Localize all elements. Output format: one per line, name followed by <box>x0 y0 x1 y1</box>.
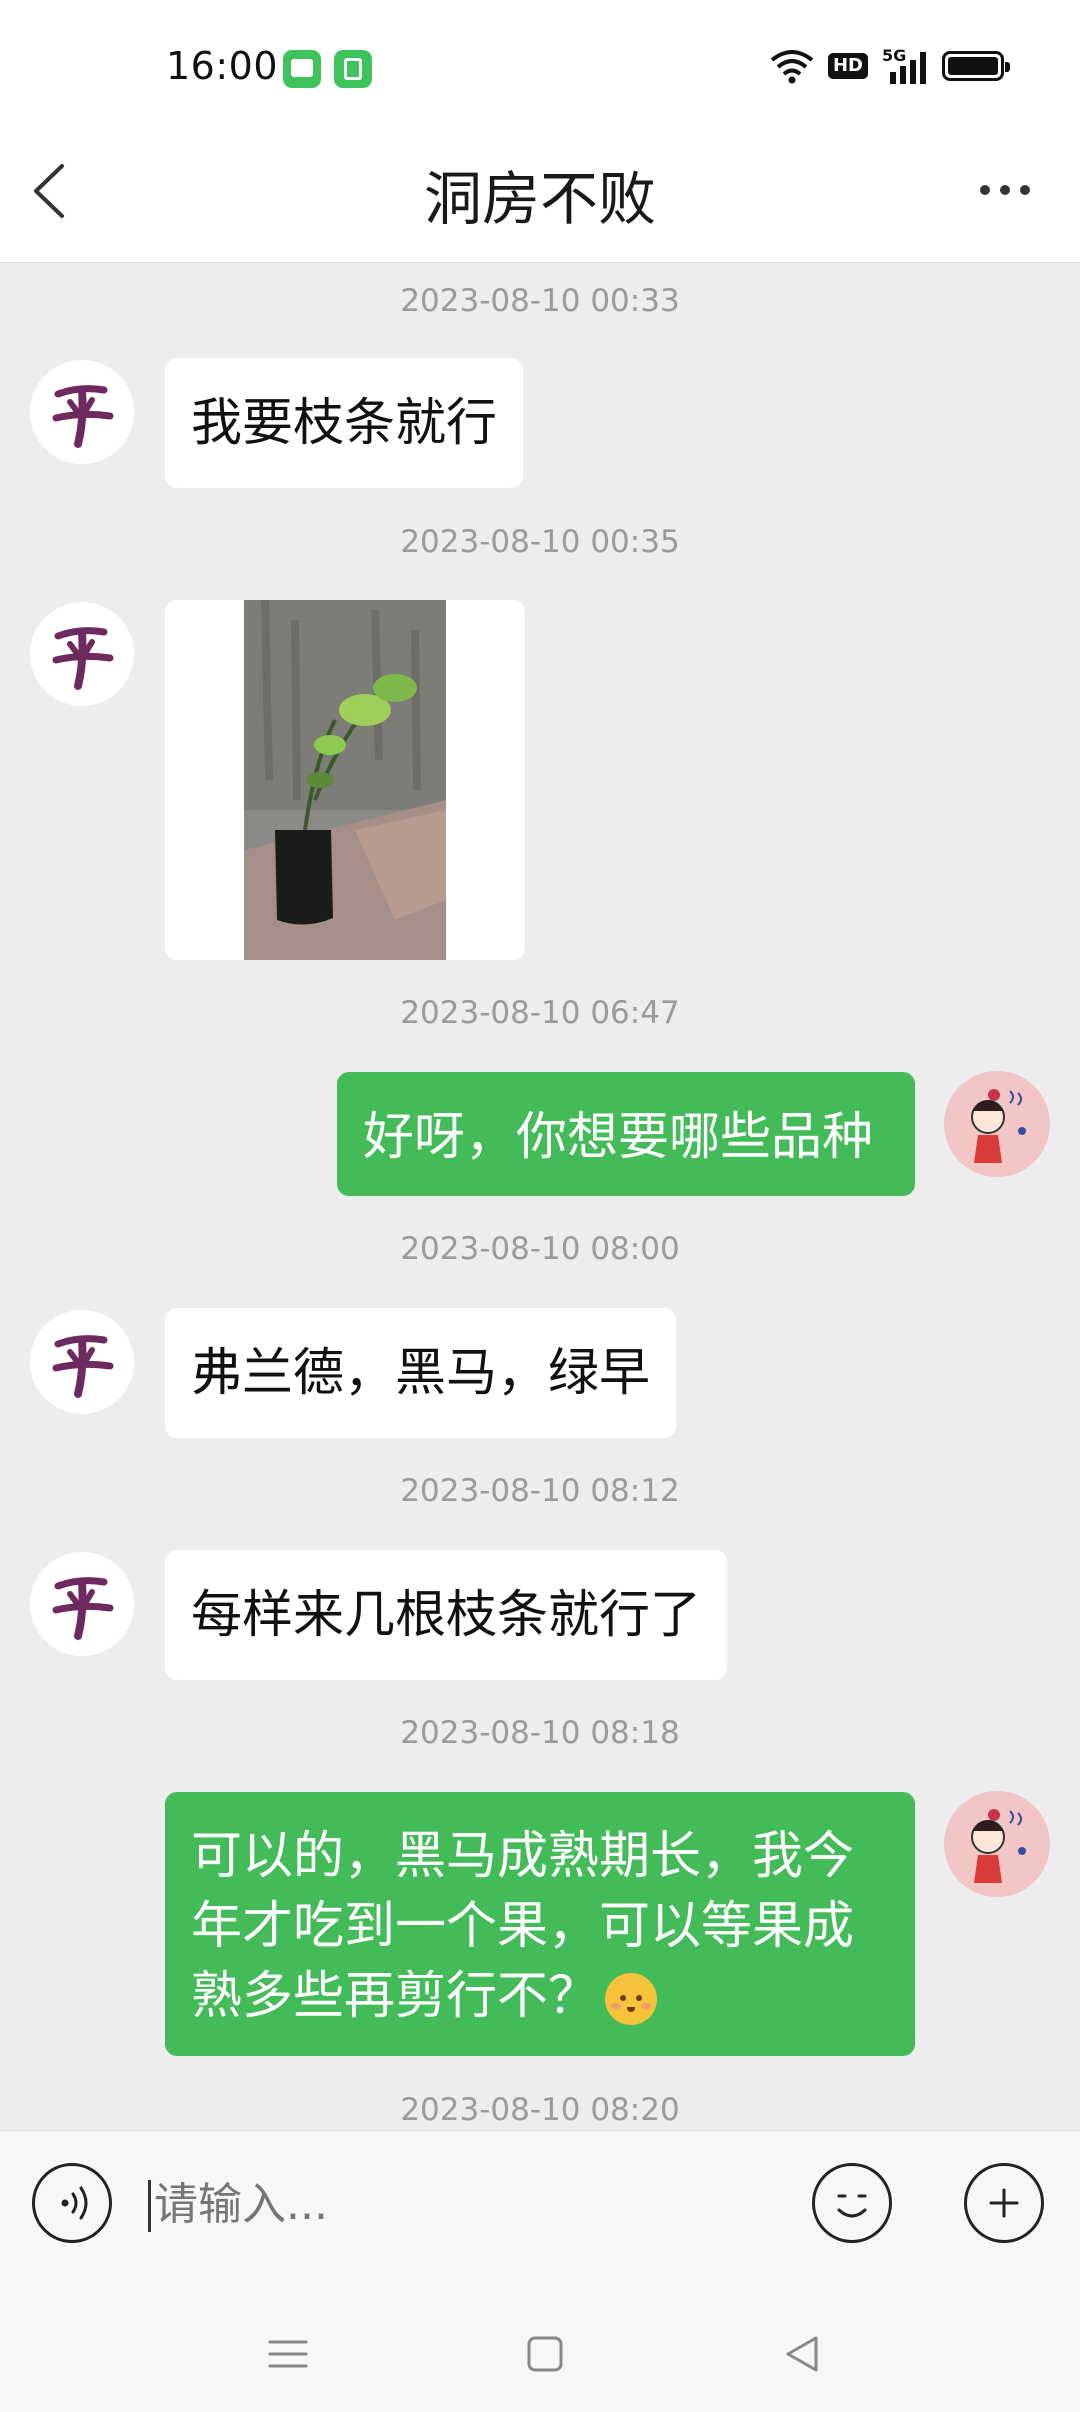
contact-avatar[interactable] <box>30 360 134 464</box>
menu-icon <box>268 2340 308 2368</box>
header-divider <box>0 262 1080 263</box>
more-dots-icon <box>980 185 990 195</box>
message-bubble-incoming[interactable]: 弗兰德，黑马，绿早 <box>165 1308 677 1438</box>
timestamp: 2023-08-10 08:20 <box>400 2092 680 2128</box>
message-line: 年才吃到一个果，可以等果成 <box>191 1897 855 1956</box>
message-line: 熟多些再剪行不？ <box>191 1967 600 2026</box>
voice-button[interactable] <box>32 2163 112 2243</box>
voice-icon <box>61 2186 88 2220</box>
timestamp: 2023-08-10 08:18 <box>400 1715 680 1751</box>
message-line: 可以的，黑马成熟期长，我今 <box>191 1827 855 1886</box>
message-input[interactable] <box>148 2170 774 2240</box>
calligraphy-avatar-icon <box>52 627 114 690</box>
drawing-avatar-icon <box>944 1071 1050 1177</box>
message-text: 每样来几根枝条就行了 <box>191 1586 702 1645</box>
contact-avatar[interactable] <box>30 1310 134 1414</box>
image-message[interactable] <box>165 600 525 960</box>
plus-icon <box>989 2188 1019 2218</box>
hd-indicator: HD <box>827 53 868 79</box>
more-functions-button[interactable] <box>964 2163 1044 2243</box>
nav-back-button[interactable] <box>772 2324 832 2384</box>
more-options-button[interactable] <box>980 178 1040 202</box>
message-text: 好呀，你想要哪些品种 <box>363 1108 874 1167</box>
status-bar: 16:00 HD 5G <box>0 0 1080 136</box>
status-time: 16:00 <box>166 44 279 88</box>
timestamp: 2023-08-10 06:47 <box>400 995 680 1031</box>
plant-photo <box>165 600 525 960</box>
back-triangle-icon <box>786 2336 818 2372</box>
battery-icon <box>942 51 1010 81</box>
5g-signal-icon: 5G <box>882 46 928 84</box>
contact-avatar[interactable] <box>30 1552 134 1656</box>
contact-avatar[interactable] <box>30 602 134 706</box>
message-bubble-outgoing[interactable]: 好呀，你想要哪些品种 <box>337 1072 915 1196</box>
timestamp: 2023-08-10 00:35 <box>400 524 680 560</box>
chat-screen: 16:00 HD 5G 洞房不败 2023-08-10 00:33 我要枝条就行… <box>0 0 1080 2412</box>
status-indicators: HD 5G <box>770 46 1010 86</box>
calligraphy-avatar-icon <box>52 1577 114 1640</box>
nav-menu-button[interactable] <box>258 2324 318 2384</box>
emoji-button[interactable] <box>812 2163 892 2243</box>
smiley-icon <box>837 2194 867 2218</box>
store-app-icon <box>334 50 372 88</box>
message-app-icon <box>283 50 321 88</box>
message-bubble-incoming[interactable]: 每样来几根枝条就行了 <box>165 1550 728 1680</box>
message-bubble-outgoing[interactable]: 可以的，黑马成熟期长，我今 年才吃到一个果，可以等果成 熟多些再剪行不？ <box>165 1792 915 2056</box>
home-square-icon <box>527 2336 563 2372</box>
user-avatar[interactable] <box>944 1071 1050 1177</box>
blushing-face-emoji <box>605 1973 658 2025</box>
timestamp: 2023-08-10 08:00 <box>400 1231 680 1267</box>
message-text: 弗兰德，黑马，绿早 <box>191 1344 651 1403</box>
message-text: 我要枝条就行 <box>191 394 498 453</box>
calligraphy-avatar-icon <box>52 385 114 448</box>
wifi-icon <box>770 50 814 84</box>
drawing-avatar-icon <box>944 1791 1050 1897</box>
chat-title: 洞房不败 <box>423 165 656 233</box>
timestamp: 2023-08-10 08:12 <box>400 1473 680 1509</box>
calligraphy-avatar-icon <box>52 1335 114 1398</box>
timestamp: 2023-08-10 00:33 <box>400 283 680 319</box>
user-avatar[interactable] <box>944 1791 1050 1897</box>
message-bubble-incoming[interactable]: 我要枝条就行 <box>165 358 524 488</box>
nav-home-button[interactable] <box>515 2324 575 2384</box>
